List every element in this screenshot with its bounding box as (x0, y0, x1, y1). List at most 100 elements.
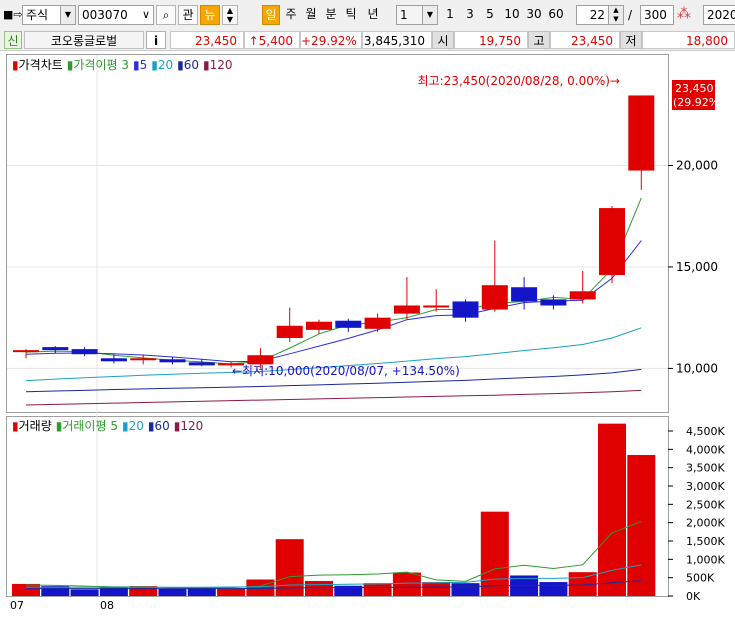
price-y-tick-label: 20,000 (676, 158, 718, 172)
volume-bar (539, 582, 568, 596)
volume-bar (392, 572, 421, 596)
volume-panel-frame (6, 416, 669, 597)
low-price: 18,800 (642, 31, 735, 49)
legend-label: 거래량 (19, 419, 52, 433)
volume-y-tick-label: 500K (686, 572, 715, 585)
chevron-down-icon[interactable]: ▼ (422, 6, 437, 24)
period-value: 1 (400, 8, 408, 22)
search-icon[interactable]: ⌕ (156, 5, 176, 25)
legend-label: 120 (210, 58, 233, 72)
menu-arrow-icon[interactable]: ■⇨ (3, 6, 23, 24)
date-value: 2020/ (707, 8, 735, 22)
price-y-tick-label: 15,000 (676, 260, 718, 274)
current-pct-label: (29.92%) (673, 96, 724, 109)
candle-body (364, 317, 391, 329)
change-percent: +29.92% (300, 31, 362, 49)
legend-label: 60 (184, 58, 199, 72)
volume-y-tick-label: 3,500K (686, 462, 725, 475)
legend-label: 60 (154, 419, 169, 433)
legend-marker: ▮ (148, 419, 155, 433)
period-year-button[interactable]: 년 (362, 5, 384, 25)
volume-bar (217, 588, 246, 596)
stock-name[interactable]: 코오롱글로벌 (24, 31, 144, 49)
quick-60-button[interactable]: 60 (546, 5, 566, 25)
low-annotation: ←최저:10,000(2020/08/07, +134.50%) (232, 364, 460, 378)
volume-bar (246, 579, 275, 596)
volume-y-tick-label: 1,000K (686, 553, 725, 566)
candle-body (13, 350, 39, 353)
period-value-select[interactable]: 1 ▼ (396, 5, 438, 25)
x-axis-labels: 07 08 (10, 599, 114, 612)
period-tick-button[interactable]: 틱 (342, 5, 360, 25)
legend-label: 20 (129, 419, 144, 433)
candle-body (540, 299, 567, 306)
period-month-button[interactable]: 월 (302, 5, 320, 25)
legend-label: 가격이평 3 (73, 58, 129, 72)
quick-10-button[interactable]: 10 (502, 5, 522, 25)
volume-bar (70, 589, 99, 596)
volume-y-tick-label: 4,500K (686, 425, 725, 438)
y-axis-ticks: 20,000 15,000 10,000 4,500K 4,000K 3,500K 3,00… (668, 158, 725, 603)
candle-body (100, 358, 127, 362)
market-type-value: 주식 (26, 8, 49, 22)
open-price: 19,750 (454, 31, 528, 49)
volume-y-tick-label: 1,500K (686, 535, 725, 548)
credit-badge: 신 (4, 31, 22, 49)
period-minute-button[interactable]: 분 (322, 5, 340, 25)
spinner-icon[interactable]: ▲ ▼ (608, 6, 623, 24)
stock-chart-svg[interactable]: 20,000 15,000 10,000 4,500K 4,000K 3,500K 3,00… (6, 54, 735, 614)
period-day-button[interactable]: 일 (262, 5, 280, 25)
quick-5-button[interactable]: 5 (482, 5, 498, 25)
legend-marker: ▮ (133, 58, 140, 72)
volume-value: 3,845,310 (362, 31, 432, 49)
candle-body (71, 349, 98, 355)
legend-label: 가격차트 (19, 58, 63, 72)
quick-1-button[interactable]: 1 (442, 5, 458, 25)
volume-legend: ▮거래량 ▮거래이평 5 ▮20 ▮60 ▮120 (12, 419, 203, 433)
settings-dots-icon[interactable]: ⁂ (677, 5, 691, 23)
date-input[interactable]: 2020/ (703, 5, 735, 25)
candle-body (188, 362, 215, 366)
interest-button[interactable]: 관 (178, 5, 198, 25)
period-week-button[interactable]: 주 (282, 5, 300, 25)
legend-label: 5 (140, 58, 148, 72)
info-button[interactable]: i (146, 31, 166, 49)
high-price: 23,450 (550, 31, 620, 49)
chevron-down-icon[interactable]: ▼ (60, 6, 75, 24)
candle-body (599, 208, 625, 276)
quick-30-button[interactable]: 30 (524, 5, 544, 25)
current-price-label: 23,450 (675, 82, 714, 95)
high-label: 고 (528, 31, 550, 49)
volume-bar (480, 511, 509, 596)
candle-body (42, 347, 69, 351)
candle-body (481, 285, 508, 310)
legend-marker: ▮ (174, 419, 181, 433)
price-change: ↑5,400 (244, 31, 300, 49)
legend-marker: ▮ (12, 419, 19, 433)
market-type-select[interactable]: 주식 ▼ (22, 5, 76, 25)
bar-count-value: 22 (589, 8, 605, 22)
legend-marker: ▮ (56, 419, 63, 433)
updown-spinner-icon[interactable]: ▲ ▼ (222, 5, 238, 25)
legend-marker: ▮ (67, 58, 74, 72)
current-price: 23,450 (170, 31, 244, 49)
bar-count-input[interactable]: 22 ▲ ▼ (576, 5, 624, 25)
stock-code-input[interactable]: 003070 ∨ (78, 5, 154, 25)
legend-label: 120 (180, 419, 203, 433)
bar-total-input[interactable]: 300 (640, 5, 674, 25)
candle-body (159, 359, 186, 363)
price-y-tick-label: 10,000 (676, 361, 718, 375)
volume-y-tick-label: 3,000K (686, 480, 725, 493)
candle-body (393, 305, 420, 314)
quote-bar: 신 코오롱글로벌 i 23,450 ↑5,400 +29.92% 3,845,3… (0, 30, 735, 51)
chart-area[interactable]: 20,000 15,000 10,000 4,500K 4,000K 3,500K 3,00… (6, 54, 735, 614)
chevron-down-icon[interactable]: ∨ (139, 6, 153, 24)
volume-bar (158, 588, 187, 596)
legend-marker: ▮ (177, 58, 184, 72)
open-label: 시 (432, 31, 454, 49)
candle-body (452, 301, 479, 318)
news-button[interactable]: 뉴 (200, 5, 220, 25)
candle-body (276, 325, 303, 338)
x-axis-label: 08 (100, 599, 114, 612)
quick-3-button[interactable]: 3 (462, 5, 478, 25)
